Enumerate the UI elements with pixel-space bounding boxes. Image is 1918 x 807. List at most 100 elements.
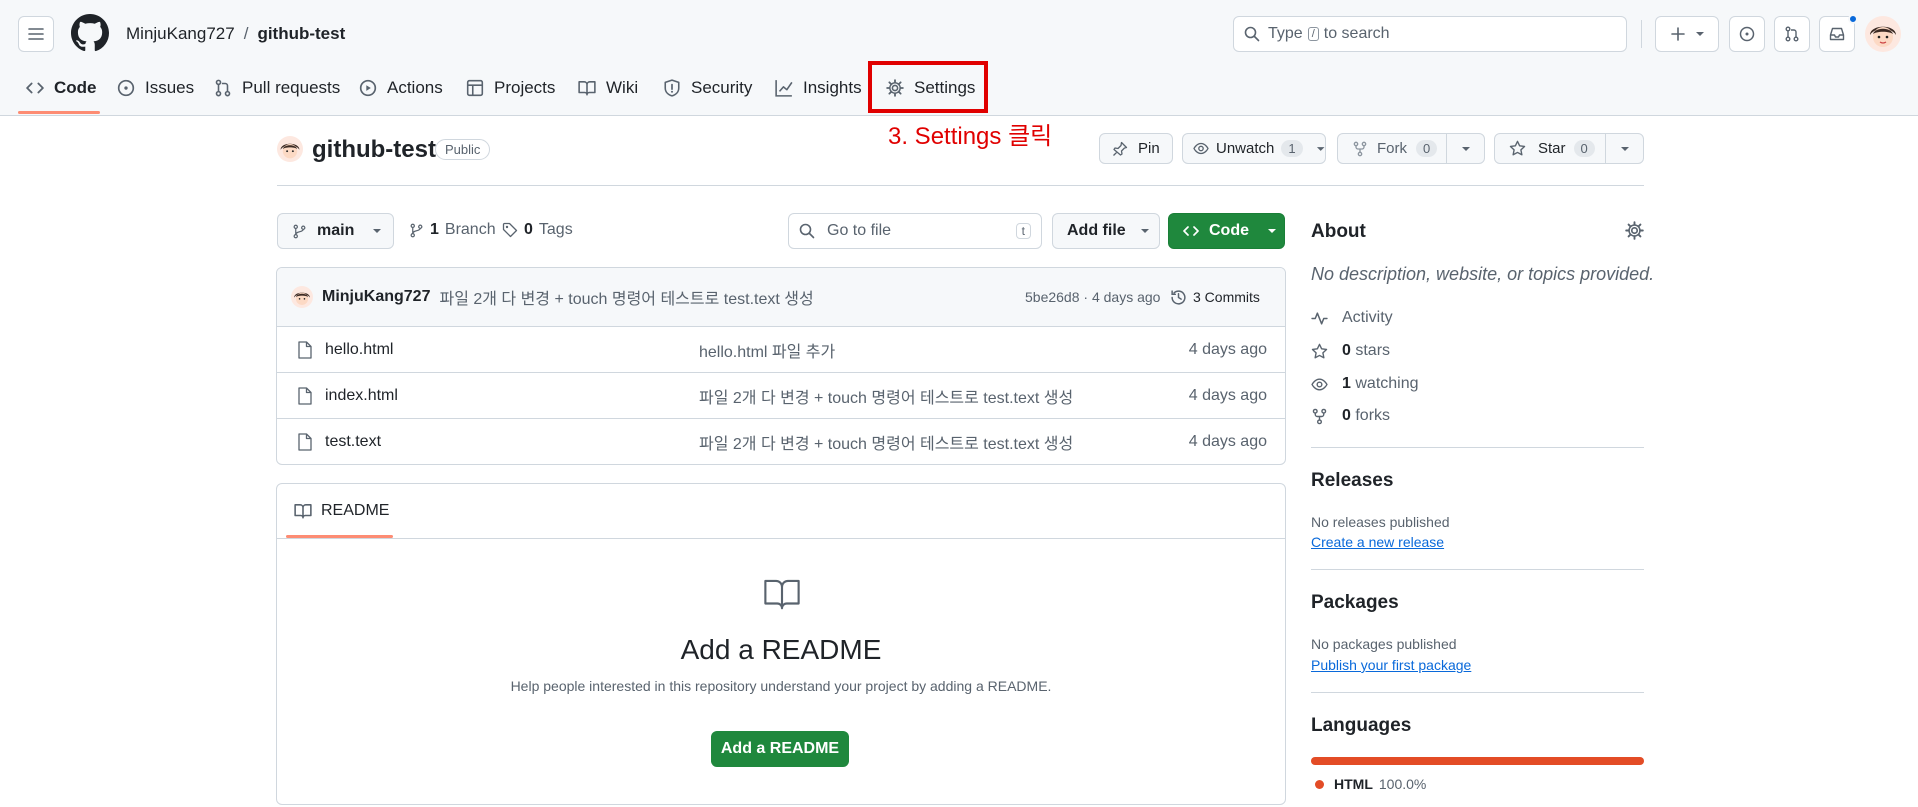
fork-icon: [1312, 408, 1327, 424]
star-count: 0: [1573, 140, 1595, 157]
tab-projects[interactable]: Projects: [466, 70, 555, 106]
languages-bar-fill: [1311, 757, 1644, 765]
packages-heading[interactable]: Packages: [1311, 592, 1399, 614]
tags-link[interactable]: 0 Tags: [502, 221, 573, 239]
languages-heading: Languages: [1311, 715, 1412, 736]
pulse-icon: [1311, 311, 1328, 325]
tab-pull-requests[interactable]: Pull requests: [214, 70, 340, 106]
tab-insights[interactable]: Insights: [775, 70, 862, 106]
language-item[interactable]: HTML 100.0%: [1315, 776, 1426, 792]
branches-label: Branch: [444, 221, 496, 238]
search-input[interactable]: Type / to search: [1233, 16, 1627, 52]
breadcrumb-owner[interactable]: MinjuKang727: [126, 24, 235, 44]
go-to-file-input[interactable]: Go to file t: [788, 213, 1042, 249]
star-label: Star: [1538, 140, 1566, 157]
branch-icon: [293, 224, 306, 238]
add-readme-button[interactable]: Add a README: [711, 731, 849, 767]
forks-link[interactable]: 0 forks: [1311, 407, 1390, 425]
stars-link[interactable]: 0 stars: [1311, 342, 1390, 360]
file-commit-message[interactable]: 파일 2개 다 변경 + touch 명령어 테스트로 test.text 생성: [699, 384, 1189, 408]
tab-pull-requests-label: Pull requests: [242, 78, 341, 97]
table-row[interactable]: index.html 파일 2개 다 변경 + touch 명령어 테스트로 t…: [277, 372, 1285, 418]
releases-heading[interactable]: Releases: [1311, 470, 1393, 492]
packages-empty-text: No packages published: [1311, 636, 1457, 652]
commits-link[interactable]: 3 Commits: [1170, 289, 1260, 306]
github-logo[interactable]: [71, 14, 109, 52]
file-table: MinjuKang727 파일 2개 다 변경 + touch 명령어 테스트로…: [276, 267, 1286, 465]
tab-actions[interactable]: Actions: [359, 70, 443, 106]
language-color-dot: [1315, 779, 1324, 789]
file-name[interactable]: index.html: [325, 387, 699, 405]
star-dropdown-button[interactable]: [1605, 133, 1644, 164]
tab-code[interactable]: Code: [26, 70, 97, 106]
commit-author[interactable]: MinjuKang727: [322, 288, 430, 306]
hamburger-icon: [28, 28, 44, 40]
triangle-down-icon: [1695, 32, 1704, 36]
publish-package-link[interactable]: Publish your first package: [1311, 657, 1471, 673]
about-heading: About: [1311, 221, 1366, 242]
star-icon: [1509, 140, 1526, 156]
latest-commit-bar: MinjuKang727 파일 2개 다 변경 + touch 명령어 테스트로…: [277, 268, 1285, 326]
user-avatar-icon: [291, 286, 313, 308]
table-row[interactable]: hello.html hello.html 파일 추가 4 days ago: [277, 326, 1285, 372]
issues-button[interactable]: [1729, 16, 1765, 52]
readme-tab[interactable]: README: [294, 502, 389, 520]
branch-name: main: [317, 222, 355, 239]
history-icon: [1171, 289, 1186, 305]
forks-text: 0 forks: [1342, 407, 1390, 425]
search-icon: [799, 223, 815, 239]
watching-text: 1 watching: [1342, 375, 1419, 393]
file-commit-message[interactable]: 파일 2개 다 변경 + touch 명령어 테스트로 test.text 생성: [699, 430, 1189, 454]
activity-link[interactable]: Activity: [1311, 309, 1393, 327]
file-icon: [298, 432, 312, 451]
about-description: No description, website, or topics provi…: [1311, 264, 1655, 284]
commits-count-label: 3 Commits: [1193, 289, 1260, 305]
file-commit-message[interactable]: hello.html 파일 추가: [699, 338, 1189, 362]
commit-hash-time[interactable]: 5be26d8 · 4 days ago: [1025, 289, 1160, 305]
pin-button[interactable]: Pin: [1099, 133, 1173, 164]
sidebar-divider: [1311, 447, 1644, 448]
commit-message[interactable]: 파일 2개 다 변경 + touch 명령어 테스트로 test.text 생성: [439, 285, 813, 309]
user-avatar-icon: [277, 136, 303, 162]
tab-wiki[interactable]: Wiki: [578, 70, 638, 106]
watching-link[interactable]: 1 watching: [1311, 375, 1419, 393]
file-time: 4 days ago: [1188, 386, 1267, 404]
search-shortcut-key: /: [1307, 27, 1319, 41]
unwatch-button[interactable]: Unwatch 1: [1182, 133, 1326, 164]
tab-issues[interactable]: Issues: [117, 70, 194, 106]
code-button[interactable]: Code: [1168, 213, 1285, 249]
fork-button[interactable]: Fork 0: [1337, 133, 1447, 164]
menu-button[interactable]: [18, 16, 54, 52]
breadcrumb-repo[interactable]: github-test: [257, 24, 345, 44]
gear-icon: [1625, 221, 1644, 240]
book-icon: [578, 81, 596, 96]
tab-security[interactable]: Security: [663, 70, 752, 106]
create-release-link[interactable]: Create a new release: [1311, 534, 1444, 550]
add-file-button[interactable]: Add file: [1052, 213, 1160, 249]
code-button-label: Code: [1209, 222, 1249, 239]
repo-title[interactable]: github-test: [312, 136, 436, 164]
breadcrumb-separator: /: [243, 24, 249, 43]
watching-count: 1: [1342, 375, 1351, 392]
language-name: HTML: [1334, 776, 1373, 792]
branches-link[interactable]: 1 Branch: [409, 221, 496, 239]
readme-title: Add a README: [680, 634, 882, 665]
file-name[interactable]: test.text: [325, 433, 699, 451]
branch-select[interactable]: main: [277, 213, 394, 249]
tab-security-label: Security: [691, 78, 753, 97]
tab-actions-label: Actions: [387, 78, 443, 97]
star-button[interactable]: Star 0: [1494, 133, 1606, 164]
create-new-button[interactable]: [1655, 16, 1719, 52]
about-settings-button[interactable]: [1625, 221, 1644, 240]
table-row[interactable]: test.text 파일 2개 다 변경 + touch 명령어 테스트로 te…: [277, 418, 1285, 464]
stars-count: 0: [1342, 342, 1351, 359]
avatar[interactable]: [1865, 16, 1901, 52]
file-name[interactable]: hello.html: [325, 341, 699, 359]
pull-requests-button[interactable]: [1774, 16, 1810, 52]
sidebar-divider: [1311, 692, 1644, 693]
unwatch-label: Unwatch: [1216, 140, 1275, 157]
fork-dropdown-button[interactable]: [1446, 133, 1485, 164]
watch-count: 1: [1281, 140, 1303, 157]
forks-label: forks: [1355, 407, 1391, 424]
watching-label: watching: [1355, 375, 1419, 392]
